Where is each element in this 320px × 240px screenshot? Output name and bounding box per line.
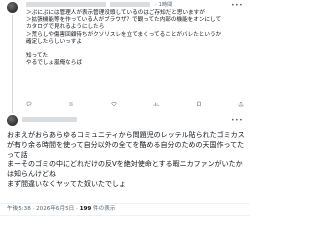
reply-header: · 1時間 <box>26 1 172 10</box>
views-icon[interactable] <box>153 101 159 107</box>
reply-more-button[interactable]: ••• <box>231 3 243 9</box>
views-count: 199 <box>79 206 92 212</box>
reply-separator: · <box>154 2 156 8</box>
main-display-name[interactable] <box>22 117 77 122</box>
meta-divider <box>0 203 250 204</box>
repost-icon[interactable] <box>68 101 74 107</box>
post-timestamp[interactable]: 午後5:38 · 2026年6月5日 <box>7 206 74 212</box>
views-label: 件の表示 <box>93 206 116 212</box>
more-horizontal-icon: ••• <box>231 117 244 124</box>
like-icon[interactable] <box>111 101 117 107</box>
reply-icon[interactable] <box>26 101 32 107</box>
bookmark-icon[interactable] <box>196 101 202 107</box>
main-header <box>22 116 79 125</box>
more-horizontal-icon: ••• <box>231 2 244 9</box>
thread-line <box>12 15 13 113</box>
main-body: おまえがおらあらゆるコミュニティから問題児のレッテル貼られたゴミカスが有り余る時… <box>7 131 245 188</box>
share-icon[interactable] <box>238 101 244 107</box>
post-meta: 午後5:38 · 2026年6月5日 · 199 件の表示 <box>7 205 115 213</box>
bottom-divider <box>0 215 250 216</box>
main-more-button[interactable]: ••• <box>231 118 243 124</box>
main-avatar[interactable] <box>7 115 18 126</box>
reply-actions <box>26 100 244 108</box>
reply-body: ＞ぷにぷには管理人が表示管理没頭しているのはご存知だと思いますが ＞拡張機能等を… <box>26 10 222 67</box>
reply-display-name[interactable] <box>26 2 106 7</box>
reply-handle[interactable] <box>109 2 150 7</box>
reply-time[interactable]: 1時間 <box>159 2 173 8</box>
reply-avatar[interactable] <box>7 2 18 13</box>
